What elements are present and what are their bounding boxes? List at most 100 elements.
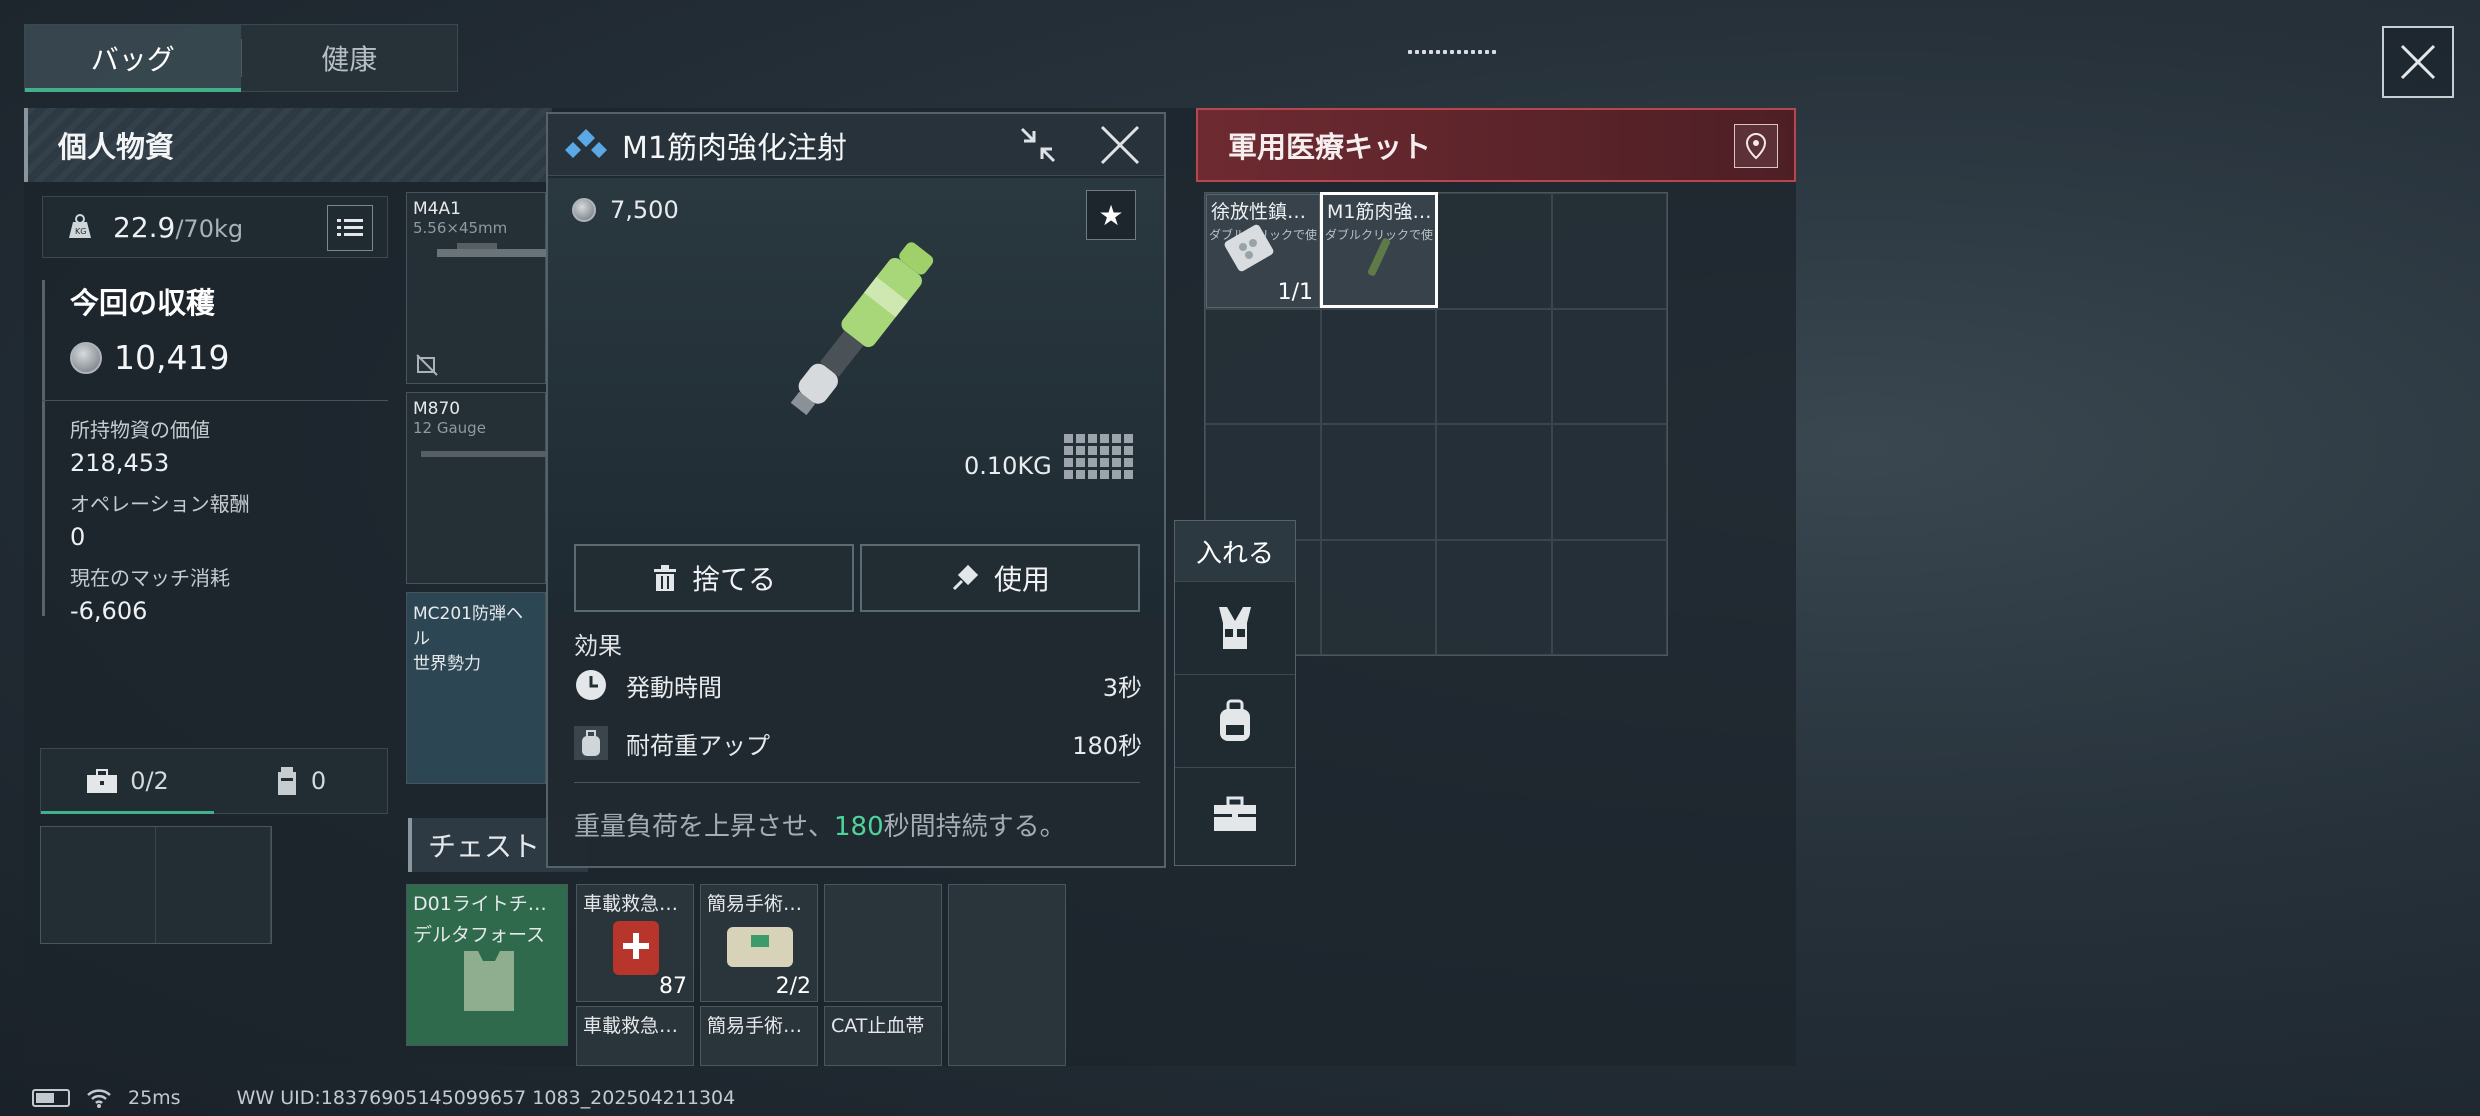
close-button[interactable] (2382, 26, 2454, 98)
item-name: 車載救急… (583, 893, 679, 915)
item-price: 7,500 (610, 196, 679, 224)
wifi-icon (87, 1089, 111, 1108)
chest-item-vest[interactable]: D01ライトチ… デルタフォース (406, 884, 568, 1046)
popup-header: M1筋肉強化注射 (548, 114, 1164, 176)
chest-item-surgery-1[interactable]: 簡易手術… 2/2 (700, 884, 818, 1002)
stat-value: -6,606 (70, 597, 148, 625)
ping-value: 25ms (128, 1087, 181, 1109)
stat-owned-value: 所持物資の価値 218,453 (70, 414, 370, 477)
item-name: M4A1 (413, 199, 461, 219)
item-count: 87 (659, 974, 687, 999)
item-name: 簡易手術… (707, 1015, 803, 1037)
surgery-kit-icon (727, 927, 793, 967)
item-count: 2/2 (775, 974, 811, 999)
use-button[interactable]: 使用 (860, 544, 1140, 612)
effect-activation-time: 発動時間 3秒 (574, 660, 1142, 710)
tab-canister-label: 0 (310, 767, 327, 795)
discard-button[interactable]: 捨てる (574, 544, 854, 612)
harvest-value: 10,419 (114, 338, 230, 377)
clock-icon (576, 670, 606, 700)
user-uid: WW UID:18376905145099657 1083_2025042113… (236, 1087, 736, 1109)
loading-indicator (1408, 48, 1498, 56)
close-icon[interactable] (1098, 123, 1142, 167)
firstaid-kit-icon (613, 921, 659, 975)
harvest-divider (42, 400, 388, 401)
battery-icon (32, 1089, 70, 1107)
stat-operation-reward: オペレーション報酬 0 (70, 488, 370, 551)
chest-slot-empty[interactable] (824, 884, 942, 1002)
trash-icon (653, 565, 676, 591)
stat-label: 所持物資の価値 (70, 418, 210, 442)
favorite-button[interactable]: ★ (1086, 190, 1136, 240)
canister-icon (277, 767, 296, 795)
tab-briefcase[interactable]: 0/2 (41, 749, 214, 814)
backpack-icon (574, 726, 608, 760)
effect-description: 重量負荷を上昇させ、180秒間持続する。 (574, 806, 1066, 843)
syringe-icon (952, 564, 979, 591)
chest-item-firstaid-2[interactable]: 車載救急… (576, 1006, 694, 1066)
item-name: 車載救急… (583, 1015, 679, 1037)
container-slots[interactable] (40, 826, 272, 944)
kit-item-m1-injector[interactable]: M1筋肉強… ダブルクリックで使う (1320, 192, 1438, 308)
insert-title: 入れる (1175, 521, 1295, 581)
coin-icon (572, 198, 596, 222)
tab-health[interactable]: 健康 (242, 25, 458, 91)
chest-item-surgery-2[interactable]: 簡易手術… (700, 1006, 818, 1066)
insert-briefcase-button[interactable] (1175, 767, 1295, 860)
pill-pack-icon (1224, 224, 1274, 272)
discard-label: 捨てる (691, 563, 776, 596)
harvest-title: 今回の収穫 (70, 286, 216, 320)
weight-current: 22.9 (113, 210, 176, 244)
location-pin-icon (1745, 132, 1767, 160)
shotgun-icon (421, 451, 551, 457)
tab-bag[interactable]: バッグ (25, 25, 241, 92)
no-insure-icon (416, 354, 438, 376)
item-name: M870 (413, 399, 461, 419)
weight-icon: KG (69, 214, 91, 238)
chest-title: チェスト (428, 830, 541, 863)
briefcase-icon (1214, 796, 1256, 831)
chest-item-firstaid-1[interactable]: 車載救急… 87 (576, 884, 694, 1002)
container-tabs: 0/2 0 (40, 748, 388, 814)
rifle-icon (437, 243, 547, 257)
stat-value: 218,453 (70, 449, 170, 477)
close-icon (2400, 44, 2436, 80)
stat-match-consumption: 現在のマッチ消耗 -6,606 (70, 562, 370, 625)
description-text: 重量負荷を上昇させ、 (574, 812, 835, 842)
item-name: CAT止血帯 (831, 1015, 925, 1037)
effect-label: 耐荷重アップ (626, 731, 770, 760)
collapse-icon[interactable] (1016, 123, 1060, 167)
chest-item-tourniquet[interactable]: CAT止血帯 (824, 1006, 942, 1066)
insert-menu: 入れる (1174, 520, 1296, 866)
insert-vest-button[interactable] (1175, 581, 1295, 674)
svg-text:KG: KG (75, 227, 86, 236)
locate-button[interactable] (1734, 124, 1778, 168)
item-detail-popup: M1筋肉強化注射 7,500 ★ 0.10KG 捨てる 使用 効果 発動時間 3… (546, 112, 1166, 868)
status-bar: 25ms WW UID:18376905145099657 1083_20250… (0, 1080, 2480, 1116)
chest-slot-empty[interactable] (948, 884, 1066, 1066)
vest-icon (1219, 607, 1251, 649)
item-card-helmet[interactable]: MC201防弾ヘル 世界勢力 (406, 592, 546, 784)
item-name: D01ライトチ… (413, 893, 547, 915)
panel-title: 個人物資 (58, 130, 175, 164)
insert-backpack-button[interactable] (1175, 674, 1295, 767)
harvest-section: 今回の収穫 10,419 (42, 280, 388, 377)
description-highlight: 180 (834, 812, 884, 842)
sort-list-button[interactable] (327, 205, 373, 251)
effect-title: 効果 (574, 632, 622, 660)
effect-load-boost: 耐荷重アップ 180秒 (574, 718, 1142, 768)
stat-label: オペレーション報酬 (70, 492, 250, 516)
kit-item-painkiller[interactable]: 徐放性鎮… ダブルクリックで使う 1/1 (1206, 194, 1320, 308)
use-label: 使用 (993, 563, 1050, 596)
tab-canister[interactable]: 0 (214, 749, 387, 813)
backpack-icon (1220, 699, 1250, 741)
price-row: 7,500 (572, 196, 679, 224)
injector-icon (1367, 238, 1391, 276)
star-icon: ★ (1098, 198, 1124, 232)
popup-title: M1筋肉強化注射 (622, 130, 847, 166)
top-tab-bar: バッグ 健康 (24, 24, 458, 92)
item-card-m870[interactable]: M870 12 Gauge (406, 392, 551, 584)
medical-kit-header: 軍用医療キット (1196, 108, 1796, 182)
item-card-m4a1[interactable]: M4A1 5.56×45mm (406, 192, 547, 384)
personal-supplies-header: 個人物資 (24, 108, 552, 182)
